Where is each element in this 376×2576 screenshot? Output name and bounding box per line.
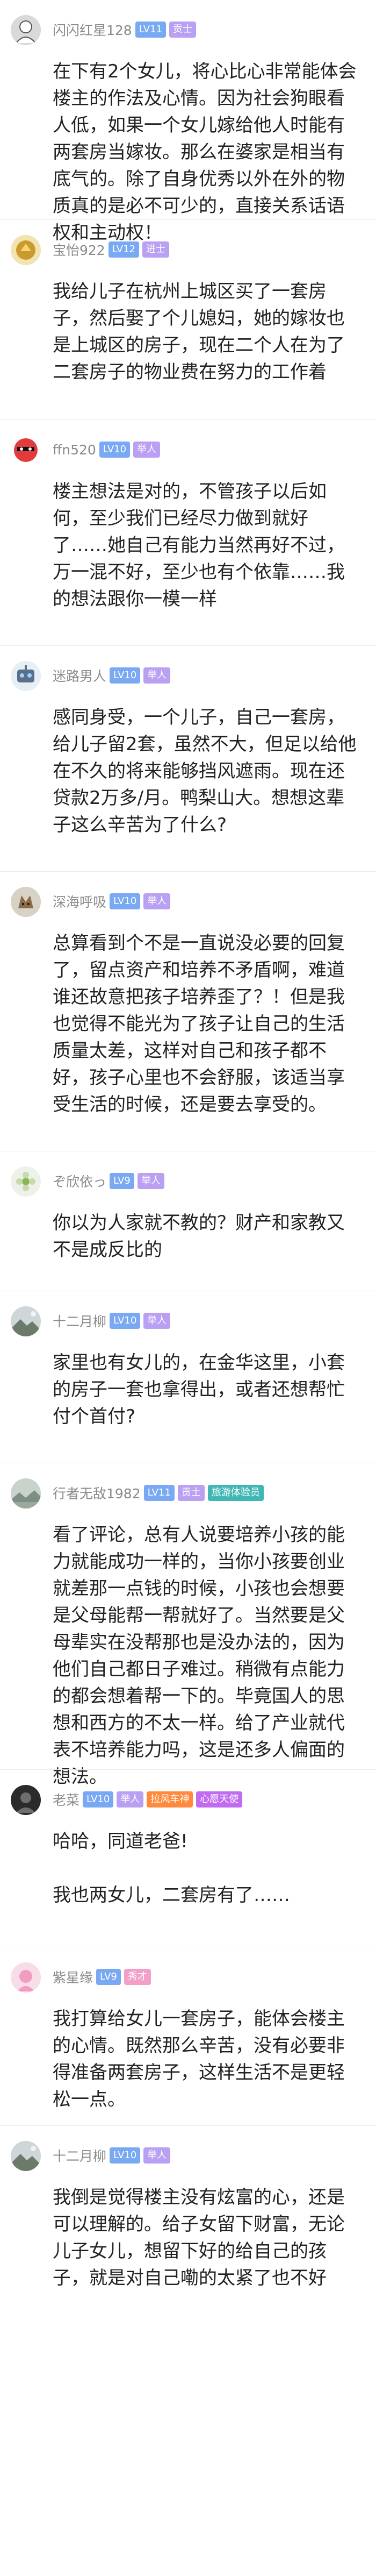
avatar-red-face-icon[interactable]: [11, 435, 41, 465]
comment-text: 我给儿子在杭州上城区买了一套房子，然后娶了个儿媳妇，她的嫁妆也是上城区的房子，现…: [53, 281, 345, 383]
title-badge: 举人: [133, 442, 161, 458]
title-badge: 举人: [143, 893, 171, 909]
level-badge: LV10: [99, 442, 131, 458]
username[interactable]: 深海呼吸: [53, 892, 106, 911]
comment-item: 闪闪红星128 LV11 贡士 在下有2个女儿，将心比心非常能体会楼主的作法及心…: [0, 0, 376, 244]
comment-feed: 闪闪红星128 LV11 贡士 在下有2个女儿，将心比心非常能体会楼主的作法及心…: [0, 0, 376, 2576]
comment-header: 老菜 LV10 举人 拉风车神 心愿天使: [0, 1770, 376, 1825]
avatar-pink-icon[interactable]: [11, 1962, 41, 1993]
avatar-landscape-icon[interactable]: [11, 1306, 41, 1336]
title-badge: 进士: [142, 241, 169, 258]
level-badge: LV10: [83, 1791, 114, 1808]
comment-header: 行者无敌1982 LV11 贡士 旅游体验员: [0, 1463, 376, 1518]
title-badge: 举人: [137, 1173, 164, 1189]
level-badge: LV11: [143, 1485, 175, 1501]
user-meta: ぞ欣依っ LV9 举人: [53, 1171, 164, 1191]
level-badge: LV10: [110, 667, 141, 684]
avatar-fox-icon[interactable]: [11, 887, 41, 917]
title-badge: 贡士: [177, 1485, 205, 1501]
comment-text: 在下有2个女儿，将心比心非常能体会楼主的作法及心情。因为社会狗眼看人低，如果一个…: [53, 61, 357, 244]
title-badge: 举人: [117, 1791, 144, 1808]
comment-header: 十二月柳 LV10 举人: [0, 1291, 376, 1346]
comment-header: ffn520 LV10 举人: [0, 420, 376, 475]
avatar-dark-icon[interactable]: [11, 1785, 41, 1815]
title-badge: 举人: [143, 667, 171, 684]
username[interactable]: 十二月柳: [53, 2146, 106, 2165]
comment-text: 总算看到个不是一直说没必要的回复了，留点资产和培养不矛盾啊，难道谁还故意把孩子培…: [53, 933, 345, 1115]
user-meta: 闪闪红星128 LV11 贡士: [53, 19, 196, 40]
user-meta: 迷路男人 LV10 举人: [53, 665, 171, 686]
level-badge: LV9: [110, 1173, 134, 1189]
comment-item: 十二月柳 LV10 举人 我倒是觉得楼主没有炫富的心，还是可以理解的。给子女留下…: [0, 2125, 376, 2372]
username[interactable]: 老菜: [53, 1790, 79, 1809]
title-badge: 秀才: [124, 1969, 151, 1985]
username[interactable]: 宝怡922: [53, 240, 105, 259]
username[interactable]: 紫星缘: [53, 1967, 93, 1987]
comment-text: 我打算给女儿一套房子，能体会楼主的心情。既然那么辛苦，没有必要非得准备两套房子，…: [53, 2008, 345, 2110]
title-badge: 贡士: [169, 22, 196, 38]
comment-text: 看了评论，总有人说要培养小孩的能力就能成功一样的，当你小孩要创业就差那一点钱的时…: [53, 1524, 345, 1788]
level-badge: LV10: [110, 2147, 141, 2164]
user-meta: 十二月柳 LV10 举人: [53, 1311, 171, 1331]
comment-item: 行者无敌1982 LV11 贡士 旅游体验员 看了评论，总有人说要培养小孩的能力…: [0, 1463, 376, 1788]
avatar-gold-icon[interactable]: [11, 235, 41, 265]
comment-item: 紫星缘 LV9 秀才 我打算给女儿一套房子，能体会楼主的心情。既然那么辛苦，没有…: [0, 1947, 376, 2125]
user-meta: ffn520 LV10 举人: [53, 439, 161, 460]
comment-text: 我倒是觉得楼主没有炫富的心，还是可以理解的。给子女留下财富，无论儿子女儿，想留下…: [53, 2187, 345, 2289]
comment-header: 迷路男人 LV10 举人: [0, 646, 376, 701]
username[interactable]: 闪闪红星128: [53, 20, 132, 39]
extra-badge: 拉风车神: [147, 1791, 193, 1808]
comment-text: 家里也有女儿的，在金华这里，小套的房子一套也拿得出，或者还想帮忙付个首付?: [53, 1352, 345, 1427]
comment-item: ffn520 LV10 举人 楼主想法是对的，不管孩子以后如何，至少我们已经尽力…: [0, 419, 376, 645]
comment-text: 哈哈，同道老爸! 我也两女儿，二套房有了……: [53, 1831, 290, 1906]
title-badge: 举人: [143, 1313, 171, 1329]
username[interactable]: 行者无敌1982: [53, 1483, 141, 1503]
user-meta: 紫星缘 LV9 秀才: [53, 1967, 151, 1987]
level-badge: LV9: [96, 1969, 121, 1985]
comment-text: 你以为人家就不教的？财产和家教又不是成反比的: [53, 1212, 345, 1261]
comment-header: 闪闪红星128 LV11 贡士: [0, 0, 376, 55]
avatar-flower-icon[interactable]: [11, 1166, 41, 1197]
username[interactable]: 十二月柳: [53, 1311, 106, 1330]
comment-item: 迷路男人 LV10 举人 感同身受，一个儿子，自己一套房，给儿子留2套，虽然不大…: [0, 645, 376, 871]
username[interactable]: ぞ欣依っ: [53, 1171, 106, 1191]
comment-item: 宝怡922 LV12 进士 我给儿子在杭州上城区买了一套房子，然后娶了个儿媳妇，…: [0, 219, 376, 419]
level-badge: LV10: [110, 893, 141, 909]
user-meta: 老菜 LV10 举人 拉风车神 心愿天使: [53, 1789, 243, 1810]
avatar-landscape-icon[interactable]: [11, 2141, 41, 2171]
username[interactable]: 迷路男人: [53, 666, 106, 685]
comment-item: ぞ欣依っ LV9 举人 你以为人家就不教的？财产和家教又不是成反比的: [0, 1151, 376, 1291]
extra-badge: 旅游体验员: [207, 1485, 264, 1501]
comment-text: 感同身受，一个儿子，自己一套房，给儿子留2套，虽然不大，但足以给他在不久的将来能…: [53, 707, 357, 836]
avatar-robot-icon[interactable]: [11, 661, 41, 691]
comment-header: ぞ欣依っ LV9 举人: [0, 1151, 376, 1206]
comment-item: 老菜 LV10 举人 拉风车神 心愿天使 哈哈，同道老爸! 我也两女儿，二套房有…: [0, 1769, 376, 1947]
user-meta: 行者无敌1982 LV11 贡士 旅游体验员: [53, 1483, 264, 1503]
comment-text: 楼主想法是对的，不管孩子以后如何，至少我们已经尽力做到就好了……她自己有能力当然…: [53, 481, 345, 610]
comment-item: 十二月柳 LV10 举人 家里也有女儿的，在金华这里，小套的房子一套也拿得出，或…: [0, 1291, 376, 1463]
level-badge: LV10: [110, 1313, 141, 1329]
title-badge: 举人: [143, 2147, 171, 2164]
comment-header: 深海呼吸 LV10 举人: [0, 872, 376, 927]
level-badge: LV11: [135, 22, 166, 38]
comment-item: 深海呼吸 LV10 举人 总算看到个不是一直说没必要的回复了，留点资产和培养不矛…: [0, 871, 376, 1151]
comment-header: 紫星缘 LV9 秀才: [0, 1947, 376, 2002]
username[interactable]: ffn520: [53, 442, 96, 458]
avatar-sketch-icon[interactable]: [11, 15, 41, 45]
avatar-scenery-icon[interactable]: [11, 1478, 41, 1508]
comment-header: 宝怡922 LV12 进士: [0, 220, 376, 275]
user-meta: 宝怡922 LV12 进士: [53, 239, 169, 260]
comment-header: 十二月柳 LV10 举人: [0, 2126, 376, 2181]
user-meta: 深海呼吸 LV10 举人: [53, 891, 171, 912]
user-meta: 十二月柳 LV10 举人: [53, 2145, 171, 2166]
level-badge: LV12: [108, 241, 139, 258]
extra-badge-2: 心愿天使: [196, 1791, 243, 1808]
